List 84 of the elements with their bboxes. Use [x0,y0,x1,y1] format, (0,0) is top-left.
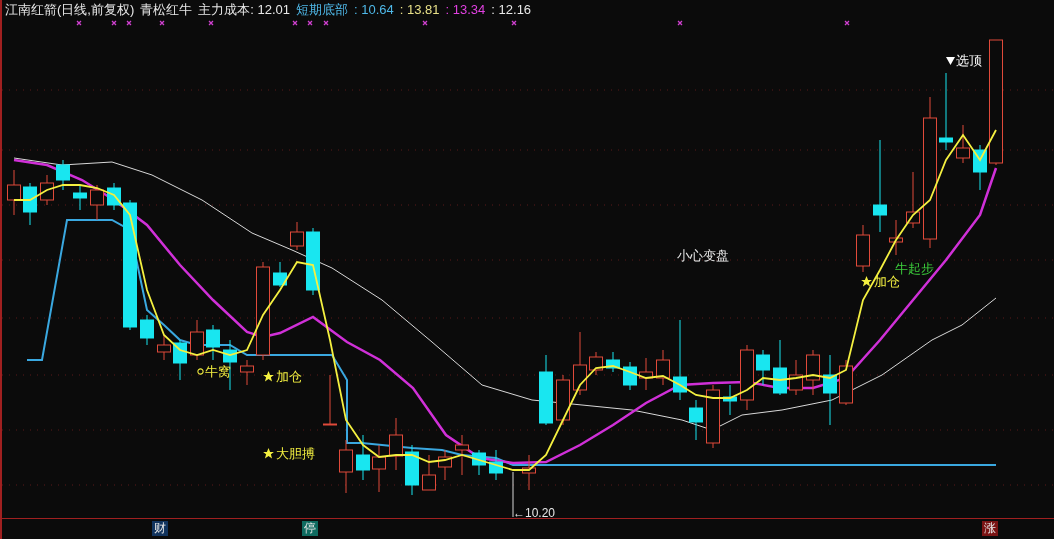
cross-mark-icon [307,20,313,26]
candlestick [90,184,104,221]
cross-mark-icon [208,20,214,26]
candlestick [422,454,436,491]
candlestick [639,357,653,391]
low-price-label: ←10.20 [513,505,556,522]
candlestick [689,399,703,441]
cross-mark-icon [677,20,683,26]
candlestick [290,221,304,251]
event-badge[interactable]: 涨 [982,521,998,536]
candlestick [173,339,187,381]
candlestick [405,444,419,496]
candlestick [472,449,486,476]
candlestick [740,344,754,411]
candlestick [906,171,920,229]
candlestick [723,384,737,416]
candlestick [756,349,770,386]
chart-annotation: 牛窝 [205,363,231,381]
candlestick [856,224,870,273]
candlestick [573,331,587,396]
candlestick [323,374,337,426]
cross-mark-icon [511,20,517,26]
candlestick [773,339,787,396]
candlestick [40,174,54,206]
candlestick [455,434,469,476]
candlestick [823,354,837,426]
chart-annotation: 选顶 [956,52,982,70]
candlestick [356,434,370,481]
candlestick [306,227,320,296]
main-cost-reading: 主力成本: 12.01 [198,1,291,20]
cross-mark-icon [323,20,329,26]
candlestick [489,449,503,481]
chart-annotation: 大胆搏 [276,445,315,463]
candlestick [973,144,987,191]
series-value: : 13.34 [445,1,486,20]
candlestick [389,417,403,471]
candlestick [806,349,820,396]
candlestick [539,354,553,426]
candlestick [606,351,620,373]
chart-annotation: 加仓 [276,368,302,386]
series-value: : 13.81 [399,1,440,20]
cross-mark-icon [292,20,298,26]
candlestick [589,351,603,376]
cross-mark-icon [126,20,132,26]
event-badge[interactable]: 财 [152,521,168,536]
cross-mark-icon [159,20,165,26]
indicator-name: 青松红牛 [140,1,193,20]
candlestick [839,359,853,406]
candlestick [438,449,452,481]
candlestick [190,319,204,361]
low-marker-line [512,471,514,518]
candlestick [339,439,353,494]
candlestick [956,124,970,164]
cross-mark-icon [844,20,850,26]
candlestick [7,169,21,216]
candlestick [556,374,570,426]
series-value: : 10.64 [354,1,394,20]
candlestick [107,182,121,211]
candlestick [140,314,154,346]
series-value: : 12.16 [491,1,532,20]
circle-icon [197,368,204,376]
candlestick [23,182,37,226]
candlestick [240,359,254,386]
candlestick [157,334,171,361]
chart-annotation: 加仓 [874,274,900,291]
cross-mark-icon [76,20,82,26]
candlestick [706,384,720,449]
candlestick [206,324,220,361]
cross-mark-icon [422,20,428,26]
candlestick [372,444,386,493]
chart-annotation: 小心变盘 [677,247,729,265]
candlestick [56,159,70,191]
candlestick [656,349,670,386]
candlestick [73,184,87,211]
candlestick [623,361,637,391]
cross-mark-icon [111,20,117,26]
series-label: 短期底部 [296,1,349,20]
chart-annotation: 牛起步 [895,260,934,276]
candlestick [889,219,903,256]
candlestick [789,359,803,396]
event-badge[interactable]: 停 [302,521,318,536]
candlestick [273,261,287,288]
chart-title: 江南红箭(日线,前复权) [5,1,135,20]
candlestick [522,454,536,491]
